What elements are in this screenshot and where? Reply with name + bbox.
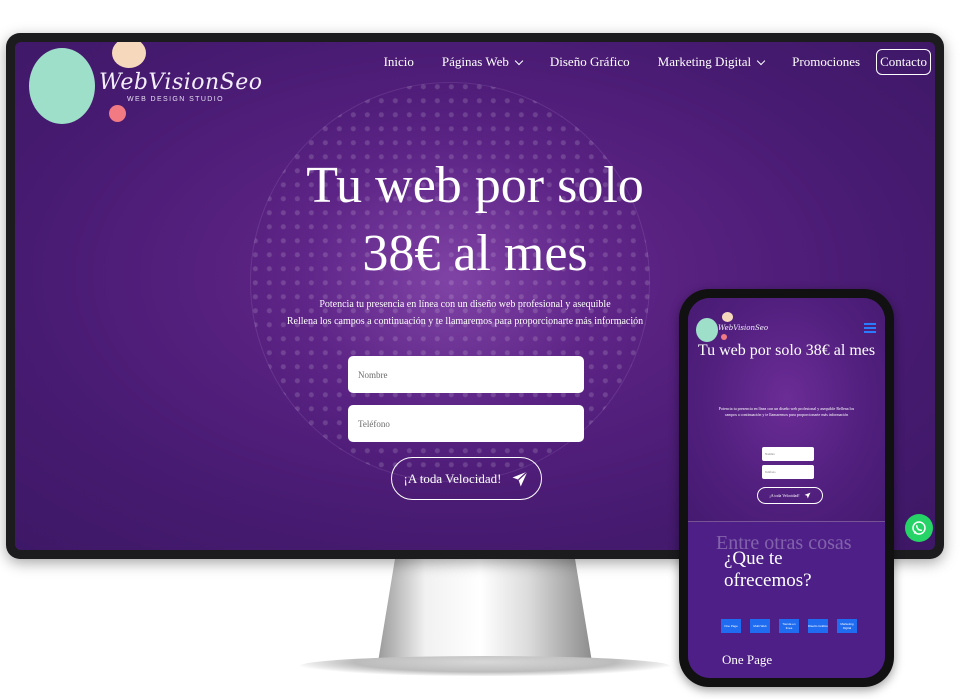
nav-item-label: Promociones	[792, 54, 861, 69]
service-chips: One Page Multi Web Tienda en línea Diseñ…	[721, 619, 857, 633]
mobile-name-field[interactable]	[762, 447, 814, 461]
section-divider	[688, 521, 885, 522]
logo-circle-mint	[29, 48, 95, 124]
hamburger-icon[interactable]	[864, 323, 876, 333]
logo-tagline: WEB DESIGN STUDIO	[127, 96, 224, 103]
nav-item-diseno-grafico[interactable]: Diseño Gráfico	[536, 54, 644, 70]
site-logo[interactable]: WebVisionSeo WEB DESIGN STUDIO	[29, 42, 269, 142]
nav-item-label: Diseño Gráfico	[549, 54, 630, 69]
phone-field[interactable]	[348, 405, 584, 442]
logo-circle-peach	[722, 312, 733, 322]
hero-title-line1: Tu web por solo	[306, 157, 644, 214]
mobile-phone: WebVisionSeo Tu web por solo 38€ al mes …	[679, 289, 894, 687]
nav-item-marketing-digital[interactable]: Marketing Digital	[644, 54, 779, 70]
mobile-screen: WebVisionSeo Tu web por solo 38€ al mes …	[688, 298, 885, 678]
monitor-base	[300, 656, 670, 676]
logo-circle-coral	[109, 105, 126, 122]
main-nav: Inicio Páginas Web Diseño Gráfico Market…	[370, 49, 931, 75]
chip-marketing[interactable]: Marketing Digital	[837, 619, 857, 633]
logo-circle-mint	[696, 318, 718, 342]
paper-plane-icon	[512, 470, 529, 486]
nav-item-inicio[interactable]: Inicio	[370, 54, 428, 70]
chip-diseno[interactable]: Diseño Gráfico	[808, 619, 828, 633]
chip-one-page[interactable]: One Page	[721, 619, 741, 633]
contact-button[interactable]: Contacto	[876, 49, 931, 75]
logo-wordmark: WebVisionSeo	[718, 324, 769, 332]
hero-title: Tu web por solo 38€ al mes	[15, 152, 935, 288]
services-heading: ¿Que te ofrecemos?	[724, 548, 812, 591]
whatsapp-glyph	[912, 521, 926, 535]
whatsapp-icon[interactable]	[905, 514, 933, 542]
logo-circle-peach	[112, 42, 146, 68]
chip-multi-web[interactable]: Multi Web	[750, 619, 770, 633]
chevron-down-icon	[756, 56, 766, 65]
chip-tienda[interactable]: Tienda en línea	[779, 619, 799, 633]
nav-item-label: Inicio	[383, 54, 414, 69]
one-page-title: One Page	[722, 652, 773, 667]
hero-subtitle-line1: Potencia tu presencia en línea con un di…	[319, 299, 611, 310]
mobile-submit-button[interactable]: ¡A toda Velocidad!	[757, 487, 823, 504]
mobile-hero-subtitle: Potencia tu presencia en línea con un di…	[718, 406, 855, 417]
nav-item-promociones[interactable]: Promociones	[778, 54, 874, 70]
hero-title-line2: 38€ al mes	[362, 225, 588, 282]
name-field[interactable]	[348, 356, 584, 393]
hero-subtitle-line2: Rellena los campos a continuación y te l…	[286, 316, 644, 327]
mobile-submit-label: ¡A toda Velocidad!	[769, 493, 800, 498]
logo-wordmark: WebVisionSeo	[99, 70, 263, 95]
nav-item-paginas-web[interactable]: Páginas Web	[428, 54, 536, 70]
paper-plane-icon	[804, 492, 810, 499]
monitor-stand	[378, 558, 592, 662]
mobile-hero-title: Tu web por solo 38€ al mes	[697, 342, 876, 359]
submit-button-label: ¡A toda Velocidad!	[403, 470, 502, 486]
mobile-phone-field[interactable]	[762, 465, 814, 479]
nav-item-label: Marketing Digital	[657, 54, 752, 69]
nav-item-label: Páginas Web	[441, 54, 509, 69]
submit-button[interactable]: ¡A toda Velocidad!	[391, 457, 542, 500]
chevron-down-icon	[514, 56, 524, 65]
